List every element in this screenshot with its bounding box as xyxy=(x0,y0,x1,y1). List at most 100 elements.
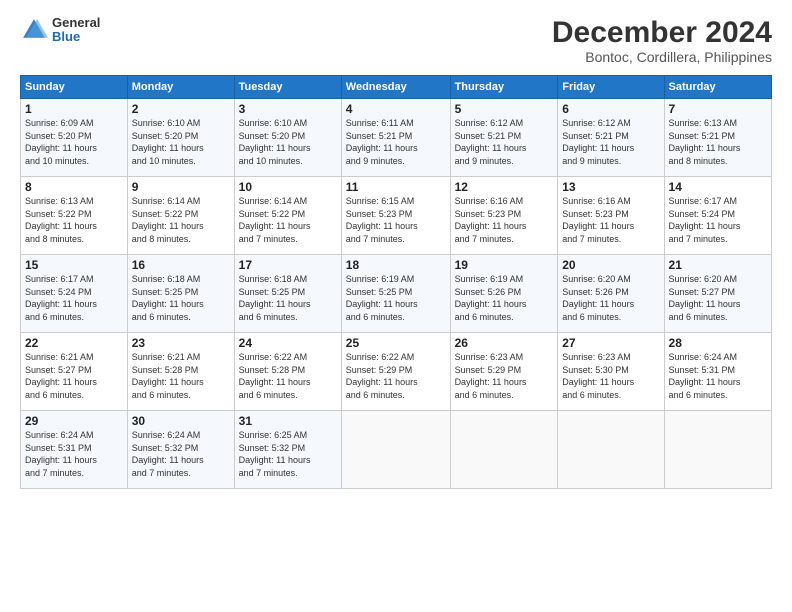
day-cell xyxy=(664,411,771,489)
day-number: 15 xyxy=(25,258,123,272)
day-cell: 5Sunrise: 6:12 AM Sunset: 5:21 PM Daylig… xyxy=(450,99,558,177)
week-row-1: 1Sunrise: 6:09 AM Sunset: 5:20 PM Daylig… xyxy=(21,99,772,177)
day-info: Sunrise: 6:10 AM Sunset: 5:20 PM Dayligh… xyxy=(132,117,230,167)
header-cell-sunday: Sunday xyxy=(21,76,128,99)
header-row: SundayMondayTuesdayWednesdayThursdayFrid… xyxy=(21,76,772,99)
day-number: 10 xyxy=(239,180,337,194)
day-cell xyxy=(450,411,558,489)
day-cell: 17Sunrise: 6:18 AM Sunset: 5:25 PM Dayli… xyxy=(234,255,341,333)
day-info: Sunrise: 6:09 AM Sunset: 5:20 PM Dayligh… xyxy=(25,117,123,167)
day-number: 11 xyxy=(346,180,446,194)
day-cell: 2Sunrise: 6:10 AM Sunset: 5:20 PM Daylig… xyxy=(127,99,234,177)
week-row-4: 22Sunrise: 6:21 AM Sunset: 5:27 PM Dayli… xyxy=(21,333,772,411)
day-number: 6 xyxy=(562,102,659,116)
day-cell: 12Sunrise: 6:16 AM Sunset: 5:23 PM Dayli… xyxy=(450,177,558,255)
header-cell-saturday: Saturday xyxy=(664,76,771,99)
day-cell: 19Sunrise: 6:19 AM Sunset: 5:26 PM Dayli… xyxy=(450,255,558,333)
day-info: Sunrise: 6:23 AM Sunset: 5:30 PM Dayligh… xyxy=(562,351,659,401)
day-info: Sunrise: 6:15 AM Sunset: 5:23 PM Dayligh… xyxy=(346,195,446,245)
day-info: Sunrise: 6:13 AM Sunset: 5:21 PM Dayligh… xyxy=(669,117,767,167)
day-cell: 31Sunrise: 6:25 AM Sunset: 5:32 PM Dayli… xyxy=(234,411,341,489)
day-info: Sunrise: 6:16 AM Sunset: 5:23 PM Dayligh… xyxy=(562,195,659,245)
day-info: Sunrise: 6:18 AM Sunset: 5:25 PM Dayligh… xyxy=(239,273,337,323)
day-number: 4 xyxy=(346,102,446,116)
day-number: 8 xyxy=(25,180,123,194)
day-cell: 8Sunrise: 6:13 AM Sunset: 5:22 PM Daylig… xyxy=(21,177,128,255)
logo-blue: Blue xyxy=(52,30,100,44)
day-cell: 21Sunrise: 6:20 AM Sunset: 5:27 PM Dayli… xyxy=(664,255,771,333)
day-cell: 6Sunrise: 6:12 AM Sunset: 5:21 PM Daylig… xyxy=(558,99,664,177)
day-info: Sunrise: 6:19 AM Sunset: 5:25 PM Dayligh… xyxy=(346,273,446,323)
logo-text: General Blue xyxy=(52,16,100,45)
day-cell: 11Sunrise: 6:15 AM Sunset: 5:23 PM Dayli… xyxy=(341,177,450,255)
calendar-table: SundayMondayTuesdayWednesdayThursdayFrid… xyxy=(20,75,772,489)
day-number: 5 xyxy=(455,102,554,116)
day-cell: 1Sunrise: 6:09 AM Sunset: 5:20 PM Daylig… xyxy=(21,99,128,177)
day-number: 31 xyxy=(239,414,337,428)
day-info: Sunrise: 6:13 AM Sunset: 5:22 PM Dayligh… xyxy=(25,195,123,245)
header-cell-wednesday: Wednesday xyxy=(341,76,450,99)
day-number: 19 xyxy=(455,258,554,272)
day-number: 3 xyxy=(239,102,337,116)
day-info: Sunrise: 6:21 AM Sunset: 5:27 PM Dayligh… xyxy=(25,351,123,401)
day-number: 13 xyxy=(562,180,659,194)
day-number: 9 xyxy=(132,180,230,194)
day-cell: 30Sunrise: 6:24 AM Sunset: 5:32 PM Dayli… xyxy=(127,411,234,489)
day-number: 20 xyxy=(562,258,659,272)
day-info: Sunrise: 6:17 AM Sunset: 5:24 PM Dayligh… xyxy=(669,195,767,245)
day-cell: 28Sunrise: 6:24 AM Sunset: 5:31 PM Dayli… xyxy=(664,333,771,411)
day-number: 16 xyxy=(132,258,230,272)
day-info: Sunrise: 6:18 AM Sunset: 5:25 PM Dayligh… xyxy=(132,273,230,323)
logo-general: General xyxy=(52,16,100,30)
day-info: Sunrise: 6:11 AM Sunset: 5:21 PM Dayligh… xyxy=(346,117,446,167)
day-number: 7 xyxy=(669,102,767,116)
day-cell: 18Sunrise: 6:19 AM Sunset: 5:25 PM Dayli… xyxy=(341,255,450,333)
day-info: Sunrise: 6:17 AM Sunset: 5:24 PM Dayligh… xyxy=(25,273,123,323)
day-cell: 3Sunrise: 6:10 AM Sunset: 5:20 PM Daylig… xyxy=(234,99,341,177)
calendar-header: SundayMondayTuesdayWednesdayThursdayFrid… xyxy=(21,76,772,99)
day-number: 30 xyxy=(132,414,230,428)
day-number: 22 xyxy=(25,336,123,350)
location-subtitle: Bontoc, Cordillera, Philippines xyxy=(552,49,772,65)
day-info: Sunrise: 6:25 AM Sunset: 5:32 PM Dayligh… xyxy=(239,429,337,479)
day-number: 12 xyxy=(455,180,554,194)
week-row-2: 8Sunrise: 6:13 AM Sunset: 5:22 PM Daylig… xyxy=(21,177,772,255)
day-number: 25 xyxy=(346,336,446,350)
day-cell: 16Sunrise: 6:18 AM Sunset: 5:25 PM Dayli… xyxy=(127,255,234,333)
day-info: Sunrise: 6:19 AM Sunset: 5:26 PM Dayligh… xyxy=(455,273,554,323)
day-info: Sunrise: 6:24 AM Sunset: 5:32 PM Dayligh… xyxy=(132,429,230,479)
header-cell-thursday: Thursday xyxy=(450,76,558,99)
day-number: 26 xyxy=(455,336,554,350)
title-section: December 2024 Bontoc, Cordillera, Philip… xyxy=(552,16,772,65)
day-cell: 24Sunrise: 6:22 AM Sunset: 5:28 PM Dayli… xyxy=(234,333,341,411)
day-cell: 4Sunrise: 6:11 AM Sunset: 5:21 PM Daylig… xyxy=(341,99,450,177)
day-info: Sunrise: 6:22 AM Sunset: 5:29 PM Dayligh… xyxy=(346,351,446,401)
day-info: Sunrise: 6:20 AM Sunset: 5:27 PM Dayligh… xyxy=(669,273,767,323)
day-cell: 26Sunrise: 6:23 AM Sunset: 5:29 PM Dayli… xyxy=(450,333,558,411)
page-header: General Blue December 2024 Bontoc, Cordi… xyxy=(20,16,772,65)
week-row-3: 15Sunrise: 6:17 AM Sunset: 5:24 PM Dayli… xyxy=(21,255,772,333)
day-info: Sunrise: 6:16 AM Sunset: 5:23 PM Dayligh… xyxy=(455,195,554,245)
day-info: Sunrise: 6:22 AM Sunset: 5:28 PM Dayligh… xyxy=(239,351,337,401)
day-info: Sunrise: 6:14 AM Sunset: 5:22 PM Dayligh… xyxy=(132,195,230,245)
logo-icon xyxy=(20,16,48,44)
day-number: 2 xyxy=(132,102,230,116)
day-number: 27 xyxy=(562,336,659,350)
day-cell: 29Sunrise: 6:24 AM Sunset: 5:31 PM Dayli… xyxy=(21,411,128,489)
day-cell: 20Sunrise: 6:20 AM Sunset: 5:26 PM Dayli… xyxy=(558,255,664,333)
day-number: 21 xyxy=(669,258,767,272)
day-number: 14 xyxy=(669,180,767,194)
day-number: 1 xyxy=(25,102,123,116)
day-info: Sunrise: 6:24 AM Sunset: 5:31 PM Dayligh… xyxy=(669,351,767,401)
day-cell xyxy=(341,411,450,489)
day-cell: 13Sunrise: 6:16 AM Sunset: 5:23 PM Dayli… xyxy=(558,177,664,255)
day-info: Sunrise: 6:10 AM Sunset: 5:20 PM Dayligh… xyxy=(239,117,337,167)
day-info: Sunrise: 6:21 AM Sunset: 5:28 PM Dayligh… xyxy=(132,351,230,401)
day-cell: 9Sunrise: 6:14 AM Sunset: 5:22 PM Daylig… xyxy=(127,177,234,255)
day-info: Sunrise: 6:24 AM Sunset: 5:31 PM Dayligh… xyxy=(25,429,123,479)
day-cell: 15Sunrise: 6:17 AM Sunset: 5:24 PM Dayli… xyxy=(21,255,128,333)
day-info: Sunrise: 6:23 AM Sunset: 5:29 PM Dayligh… xyxy=(455,351,554,401)
day-cell: 14Sunrise: 6:17 AM Sunset: 5:24 PM Dayli… xyxy=(664,177,771,255)
header-cell-friday: Friday xyxy=(558,76,664,99)
day-number: 29 xyxy=(25,414,123,428)
